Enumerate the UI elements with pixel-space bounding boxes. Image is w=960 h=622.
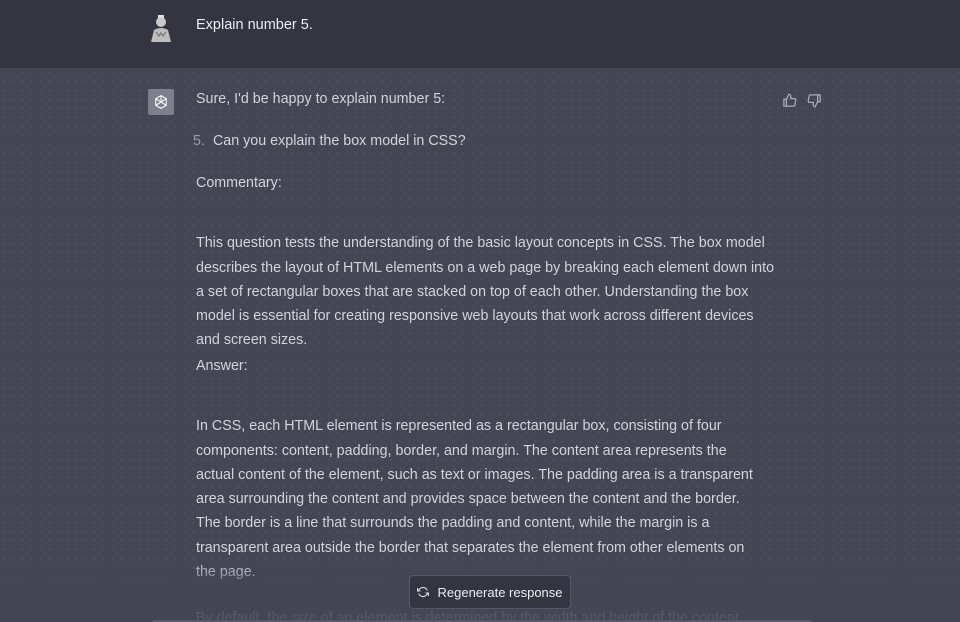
commentary-paragraph: This question tests the understanding of… [196, 235, 775, 349]
chat-page: Explain number 5. Sure, I'd be happy to … [0, 0, 960, 622]
list-item: 5. Can you explain the box model in CSS? [193, 133, 466, 149]
regenerate-label: Regenerate response [437, 584, 563, 600]
regenerate-response-button[interactable]: Regenerate response [409, 575, 571, 609]
answer-label: Answer: [196, 358, 248, 374]
commentary-label: Commentary: [196, 175, 282, 191]
list-item-number: 5. [193, 133, 205, 149]
user-avatar [147, 12, 175, 42]
assistant-intro-text: Sure, I'd be happy to explain number 5: [196, 91, 446, 107]
thumbs-up-icon[interactable] [781, 92, 797, 108]
refresh-icon [417, 586, 430, 598]
user-message-text: Explain number 5. [196, 17, 313, 33]
user-message-row: Explain number 5. [0, 0, 960, 68]
openai-logo-icon [148, 89, 174, 115]
thumbs-down-icon[interactable] [806, 92, 822, 108]
answer-paragraph: In CSS, each HTML element is represented… [196, 418, 753, 581]
list-item-text: Can you explain the box model in CSS? [212, 133, 466, 149]
